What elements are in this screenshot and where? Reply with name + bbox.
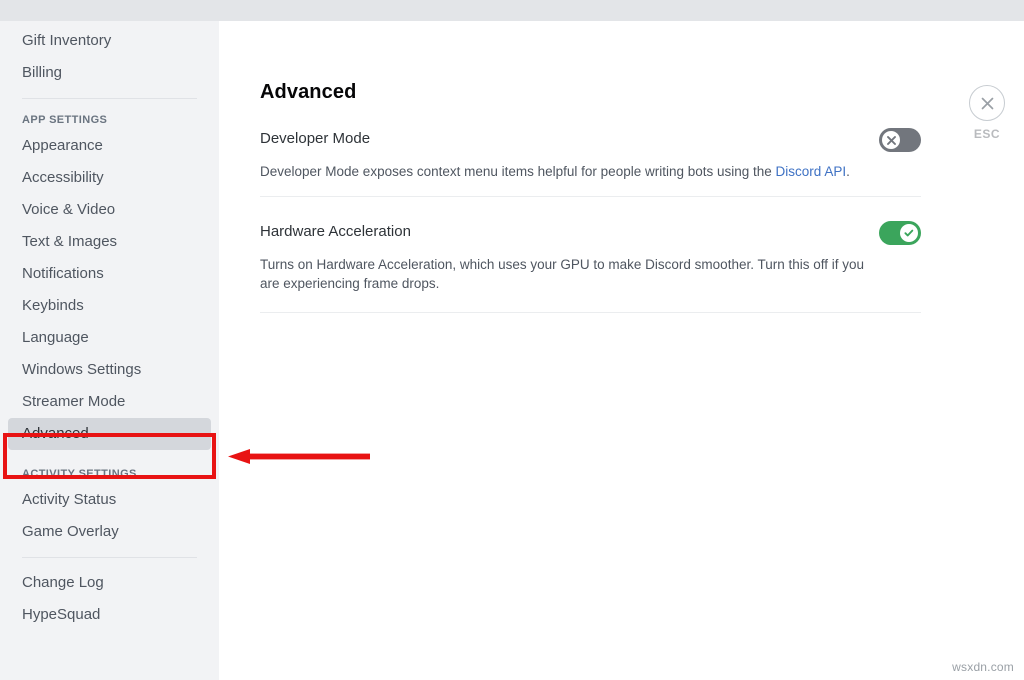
sidebar-item-text-and-images[interactable]: Text & Images xyxy=(8,226,211,258)
sidebar-section-activity-settings: ACTIVITY SETTINGS xyxy=(8,450,211,484)
sidebar-item-label: Billing xyxy=(22,63,62,83)
close-button[interactable] xyxy=(969,85,1005,121)
hardware-acceleration-toggle[interactable] xyxy=(879,221,921,245)
sidebar-item-appearance[interactable]: Appearance xyxy=(8,130,211,162)
developer-mode-toggle[interactable] xyxy=(879,128,921,152)
sidebar-item-label: Keybinds xyxy=(22,296,84,316)
sidebar-item-hypesquad[interactable]: HypeSquad xyxy=(8,599,211,631)
setting-description: Developer Mode exposes context menu item… xyxy=(260,162,885,181)
sidebar-item-activity-status[interactable]: Activity Status xyxy=(8,484,211,516)
sidebar-item-voice-and-video[interactable]: Voice & Video xyxy=(8,194,211,226)
section-divider xyxy=(260,312,921,313)
sidebar-item-label: Advanced xyxy=(22,424,89,444)
sidebar-item-keybinds[interactable]: Keybinds xyxy=(8,290,211,322)
sidebar-item-label: Windows Settings xyxy=(22,360,141,380)
checkmark-icon xyxy=(903,227,915,239)
close-settings-control[interactable]: ESC xyxy=(959,85,1015,141)
sidebar-item-notifications[interactable]: Notifications xyxy=(8,258,211,290)
sidebar-item-label: Appearance xyxy=(22,136,103,156)
sidebar-item-label: Language xyxy=(22,328,89,348)
section-divider xyxy=(260,196,921,197)
sidebar-item-gift-inventory[interactable]: Gift Inventory xyxy=(8,25,211,57)
toggle-knob xyxy=(900,224,918,242)
sidebar-item-change-log[interactable]: Change Log xyxy=(8,567,211,599)
sidebar-item-label: Streamer Mode xyxy=(22,392,125,412)
sidebar-item-windows-settings[interactable]: Windows Settings xyxy=(8,354,211,386)
sidebar-section-app-settings: APP SETTINGS xyxy=(8,108,211,130)
setting-description-prefix: Developer Mode exposes context menu item… xyxy=(260,164,776,179)
sidebar-item-label: Notifications xyxy=(22,264,104,284)
sidebar-item-streamer-mode[interactable]: Streamer Mode xyxy=(8,386,211,418)
page-title: Advanced xyxy=(260,81,356,104)
sidebar-item-label: Gift Inventory xyxy=(22,31,111,51)
setting-hardware-acceleration: Hardware Acceleration Turns on Hardware … xyxy=(260,222,921,293)
sidebar-item-advanced[interactable]: Advanced xyxy=(8,418,211,450)
settings-content-panel: Advanced Developer Mode Developer Mode e… xyxy=(219,21,1024,680)
sidebar-item-game-overlay[interactable]: Game Overlay xyxy=(8,516,211,548)
setting-developer-mode: Developer Mode Developer Mode exposes co… xyxy=(260,129,921,181)
sidebar-item-label: Text & Images xyxy=(22,232,117,252)
toggle-knob xyxy=(882,131,900,149)
sidebar-item-label: Accessibility xyxy=(22,168,104,188)
sidebar-divider xyxy=(22,557,197,558)
discord-api-link[interactable]: Discord API xyxy=(776,164,847,179)
sidebar-item-label: Game Overlay xyxy=(22,522,119,542)
settings-sidebar: Gift Inventory Billing APP SETTINGS Appe… xyxy=(0,21,219,680)
watermark: wsxdn.com xyxy=(952,660,1014,674)
sidebar-divider xyxy=(22,98,197,99)
setting-label: Developer Mode xyxy=(260,129,370,149)
sidebar-item-label: Change Log xyxy=(22,573,104,593)
esc-label: ESC xyxy=(959,127,1015,141)
sidebar-item-label: HypeSquad xyxy=(22,605,100,625)
close-x-icon xyxy=(886,135,897,146)
sidebar-item-billing[interactable]: Billing xyxy=(8,57,211,89)
close-x-icon xyxy=(979,95,996,112)
sidebar-item-label: Voice & Video xyxy=(22,200,115,220)
sidebar-item-accessibility[interactable]: Accessibility xyxy=(8,162,211,194)
setting-label: Hardware Acceleration xyxy=(260,222,411,242)
setting-description-suffix: . xyxy=(846,164,850,179)
setting-description: Turns on Hardware Acceleration, which us… xyxy=(260,255,885,293)
sidebar-item-label: Activity Status xyxy=(22,490,116,510)
sidebar-item-language[interactable]: Language xyxy=(8,322,211,354)
window-title-bar xyxy=(0,0,1024,21)
